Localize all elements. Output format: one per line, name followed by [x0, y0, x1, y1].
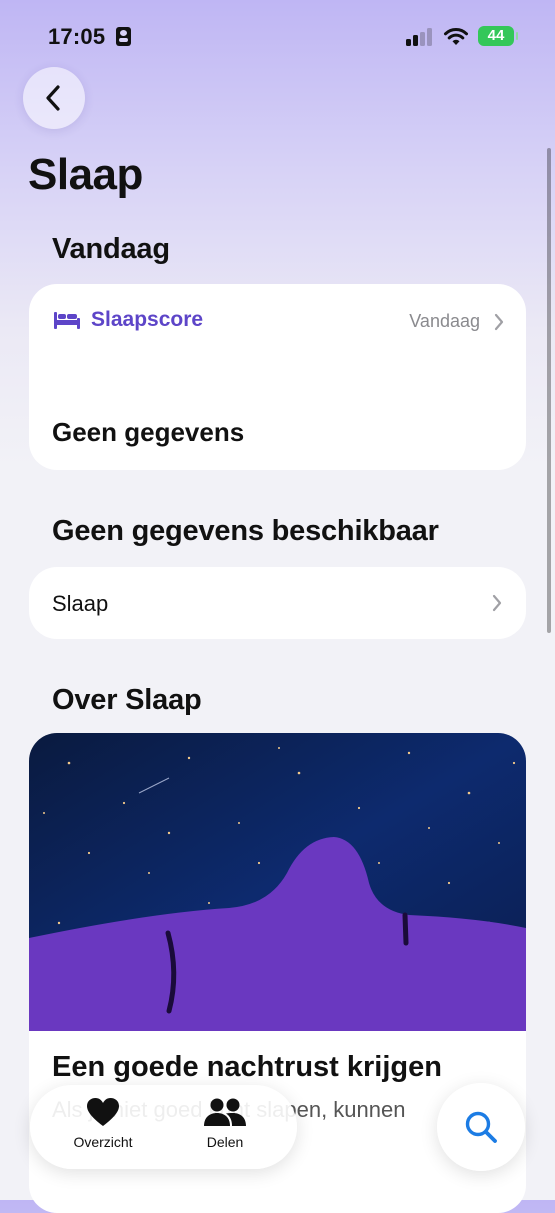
sleep-score-label: Slaapscore — [91, 308, 204, 331]
bed-icon — [54, 312, 80, 329]
tab-share[interactable]: Delen — [170, 1097, 280, 1150]
status-bar: 17:05 44 — [0, 0, 555, 70]
page-title: Slaap — [28, 150, 143, 199]
status-time: 17:05 — [48, 24, 106, 49]
scrollbar[interactable] — [547, 148, 551, 633]
section-title-today: Vandaag — [52, 233, 170, 265]
tab-bar: Overzicht Delen — [30, 1085, 297, 1169]
sleep-row[interactable]: Slaap — [29, 567, 526, 639]
sleep-row-label: Slaap — [52, 591, 109, 616]
back-button[interactable] — [23, 67, 85, 129]
battery-indicator: 44 — [478, 26, 518, 46]
sleep-score-date-label: Vandaag — [409, 311, 480, 331]
article-title: Een goede nachtrust krijgen — [52, 1051, 442, 1083]
search-icon — [465, 1111, 497, 1143]
sleep-score-card[interactable]: Slaapscore Vandaag Geen gegevens — [29, 284, 526, 470]
search-button[interactable] — [437, 1083, 525, 1171]
tab-share-label: Delen — [206, 1134, 244, 1150]
contact-card-icon — [116, 27, 131, 46]
article-illustration — [29, 733, 526, 1031]
sleep-score-header: Slaapscore — [53, 308, 203, 332]
tab-overview-label: Overzicht — [73, 1134, 133, 1150]
sleep-score-date: Vandaag — [409, 311, 504, 332]
chevron-right-icon — [492, 594, 502, 612]
people-icon — [204, 1098, 246, 1126]
tab-overview[interactable]: Overzicht — [48, 1097, 158, 1150]
heart-icon — [87, 1098, 119, 1126]
chevron-right-icon — [494, 313, 504, 330]
sleep-score-value: Geen gegevens — [52, 417, 245, 447]
chevron-left-icon — [46, 85, 60, 111]
wifi-icon — [444, 28, 468, 45]
cellular-signal-icon — [406, 28, 434, 46]
section-title-unavailable: Geen gegevens beschikbaar — [52, 515, 439, 547]
section-title-about: Over Slaap — [52, 684, 202, 716]
